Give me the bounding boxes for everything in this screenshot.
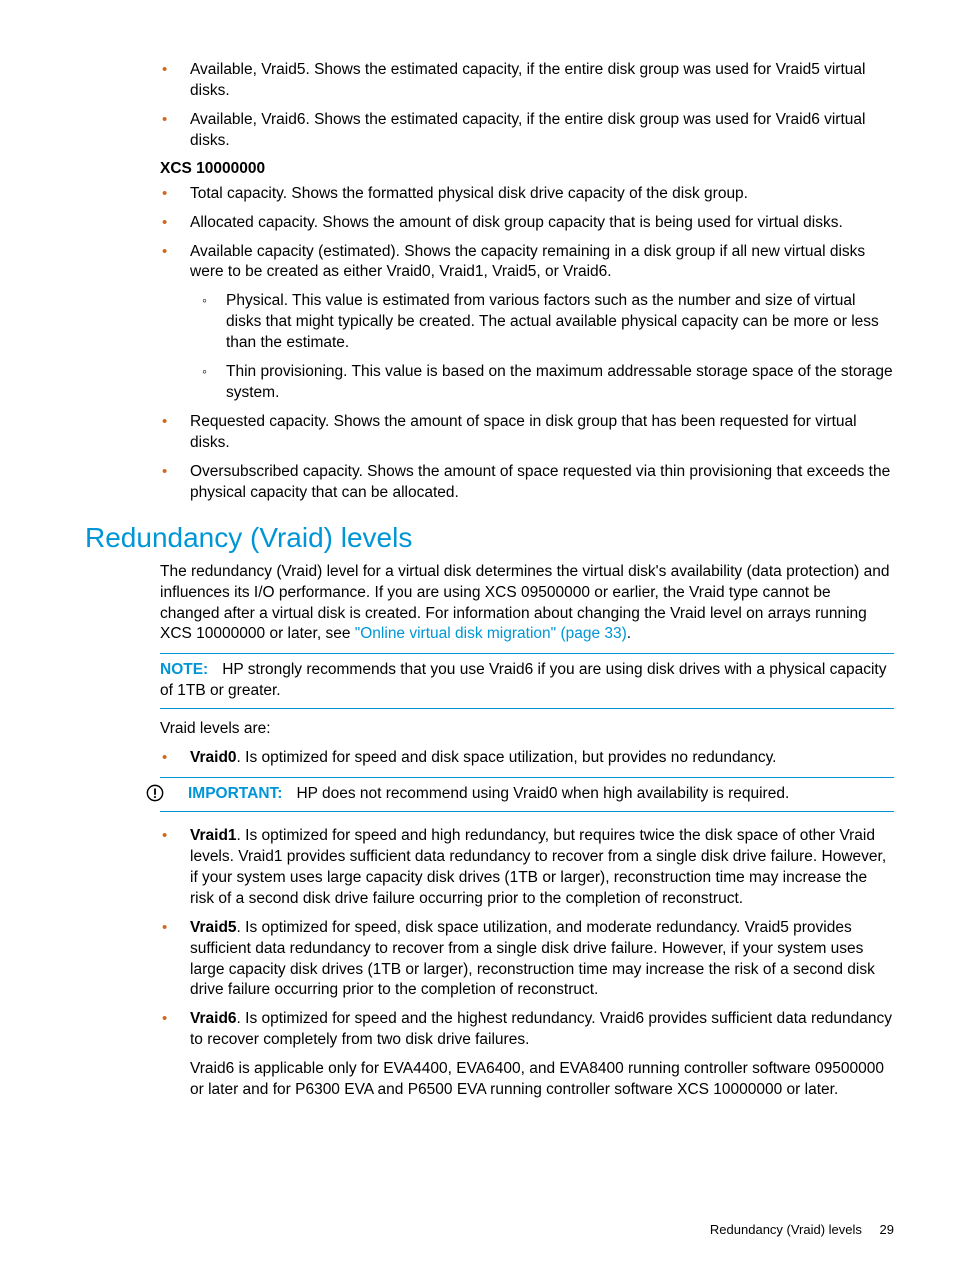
page-content: Available, Vraid5. Shows the estimated c…: [0, 0, 954, 1149]
list-item: Allocated capacity. Shows the amount of …: [190, 213, 894, 234]
note-label: NOTE:: [160, 661, 208, 678]
footer-page-number: 29: [880, 1222, 894, 1237]
list-item-text: Available capacity (estimated). Shows th…: [190, 243, 865, 281]
vraid0-list: Vraid0. Is optimized for speed and disk …: [85, 748, 894, 769]
list-item: Vraid6. Is optimized for speed and the h…: [190, 1009, 894, 1101]
list-item: Available, Vraid6. Shows the estimated c…: [190, 110, 894, 152]
list-item: Vraid1. Is optimized for speed and high …: [190, 826, 894, 910]
footer-section-title: Redundancy (Vraid) levels: [710, 1222, 862, 1237]
xcs-heading: XCS 10000000: [160, 160, 894, 178]
sub-list: Physical. This value is estimated from v…: [190, 291, 894, 404]
note-block: NOTE:HP strongly recommends that you use…: [160, 653, 894, 709]
vraid6-extra: Vraid6 is applicable only for EVA4400, E…: [190, 1059, 894, 1101]
vraid1-text: . Is optimized for speed and high redund…: [190, 827, 886, 907]
important-text: HP does not recommend using Vraid0 when …: [296, 785, 789, 802]
list-item: Vraid0. Is optimized for speed and disk …: [190, 748, 894, 769]
vraid0-text: . Is optimized for speed and disk space …: [237, 749, 777, 766]
top-bullet-list: Available, Vraid5. Shows the estimated c…: [85, 60, 894, 152]
vraid5-label: Vraid5: [190, 919, 237, 936]
list-item: Oversubscribed capacity. Shows the amoun…: [190, 462, 894, 504]
list-item: Physical. This value is estimated from v…: [226, 291, 894, 354]
vraid6-text: . Is optimized for speed and the highest…: [190, 1010, 892, 1048]
list-item: Vraid5. Is optimized for speed, disk spa…: [190, 918, 894, 1002]
levels-intro: Vraid levels are:: [160, 719, 894, 740]
list-item: Available, Vraid5. Shows the estimated c…: [190, 60, 894, 102]
important-block: IMPORTANT: HP does not recommend using Vr…: [160, 777, 894, 812]
vraid5-text: . Is optimized for speed, disk space uti…: [190, 919, 875, 999]
intro-text-post: .: [627, 625, 631, 642]
vraid-rest-list: Vraid1. Is optimized for speed and high …: [85, 826, 894, 1101]
important-icon: [146, 784, 164, 802]
page-footer: Redundancy (Vraid) levels 29: [710, 1222, 894, 1237]
vraid0-label: Vraid0: [190, 749, 237, 766]
online-migration-link[interactable]: "Online virtual disk migration" (page 33…: [355, 625, 627, 642]
note-text: HP strongly recommends that you use Vrai…: [160, 661, 886, 699]
vraid1-label: Vraid1: [190, 827, 237, 844]
important-label: IMPORTANT:: [188, 785, 282, 802]
vraid6-label: Vraid6: [190, 1010, 237, 1027]
intro-paragraph: The redundancy (Vraid) level for a virtu…: [160, 562, 894, 646]
xcs-bullet-list: Total capacity. Shows the formatted phys…: [85, 184, 894, 504]
list-item: Available capacity (estimated). Shows th…: [190, 242, 894, 404]
list-item: Thin provisioning. This value is based o…: [226, 362, 894, 404]
list-item: Total capacity. Shows the formatted phys…: [190, 184, 894, 205]
section-heading: Redundancy (Vraid) levels: [85, 522, 894, 554]
list-item: Requested capacity. Shows the amount of …: [190, 412, 894, 454]
